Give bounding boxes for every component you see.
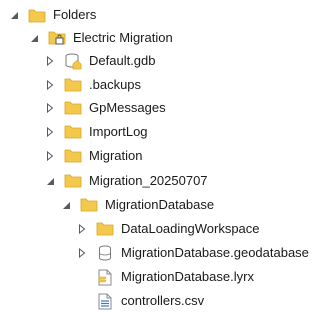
expand-arrow-icon[interactable] <box>44 150 56 162</box>
home-geodatabase-icon <box>64 53 82 69</box>
tree-item-importlog[interactable]: ImportLog <box>44 121 148 143</box>
tree-item-electric-migration[interactable]: Electric Migration <box>28 27 173 49</box>
tree-item-label: MigrationDatabase <box>105 197 215 212</box>
tree-item-migration-geodatabase[interactable]: MigrationDatabase.geodatabase <box>76 242 309 264</box>
csv-file-icon <box>96 293 114 309</box>
tree-item-label: DataLoadingWorkspace <box>121 221 260 236</box>
collapse-arrow-icon[interactable] <box>44 175 56 187</box>
tree-item-migration[interactable]: Migration <box>44 145 142 167</box>
tree-item-label: MigrationDatabase.geodatabase <box>121 245 309 260</box>
tree-item-label: Migration_20250707 <box>89 173 208 188</box>
database-icon <box>96 245 114 261</box>
tree-item-migration-database[interactable]: MigrationDatabase <box>60 194 214 216</box>
folder-icon <box>64 124 82 140</box>
folder-icon <box>64 173 82 189</box>
tree-item-migration-20250707[interactable]: Migration_20250707 <box>44 170 208 192</box>
tree-item-label: ImportLog <box>89 124 148 139</box>
collapse-arrow-icon[interactable] <box>28 32 40 44</box>
tree-item-label: GpMessages <box>89 100 166 115</box>
expand-arrow-icon[interactable] <box>44 79 56 91</box>
tree-item-label: MigrationDatabase.lyrx <box>121 269 254 284</box>
expand-arrow-icon[interactable] <box>44 102 56 114</box>
tree-item-folders[interactable]: Folders <box>8 4 96 26</box>
tree-item-default-gdb[interactable]: Default.gdb <box>44 50 156 72</box>
tree-item-data-loading-workspace[interactable]: DataLoadingWorkspace <box>76 218 260 240</box>
expand-arrow-icon[interactable] <box>44 126 56 138</box>
tree-item-migration-lyrx[interactable]: MigrationDatabase.lyrx <box>76 266 254 288</box>
collapse-arrow-icon[interactable] <box>8 9 20 21</box>
tree-item-backups[interactable]: .backups <box>44 74 141 96</box>
expand-arrow-icon[interactable] <box>44 55 56 67</box>
layer-file-icon <box>96 269 114 285</box>
folder-icon <box>64 100 82 116</box>
tree-item-gpmessages[interactable]: GpMessages <box>44 97 166 119</box>
folder-connection-icon <box>48 30 66 46</box>
tree-item-label: Default.gdb <box>89 53 156 68</box>
folder-icon <box>80 197 98 213</box>
folder-icon <box>96 221 114 237</box>
folders-icon <box>28 7 46 23</box>
tree-item-label: Migration <box>89 148 143 163</box>
tree-item-label: Electric Migration <box>73 30 173 45</box>
expand-arrow-icon[interactable] <box>76 223 88 235</box>
folder-icon <box>64 77 82 93</box>
tree-item-label: controllers.csv <box>121 293 205 308</box>
expand-arrow-icon[interactable] <box>76 247 88 259</box>
collapse-arrow-icon[interactable] <box>60 199 72 211</box>
folder-icon <box>64 148 82 164</box>
tree-item-controllers-csv[interactable]: controllers.csv <box>76 290 204 312</box>
tree-item-label: Folders <box>53 7 97 22</box>
catalog-tree: { "tree": { "folders": {"label": "Folder… <box>0 0 309 312</box>
tree-item-label: .backups <box>89 77 142 92</box>
